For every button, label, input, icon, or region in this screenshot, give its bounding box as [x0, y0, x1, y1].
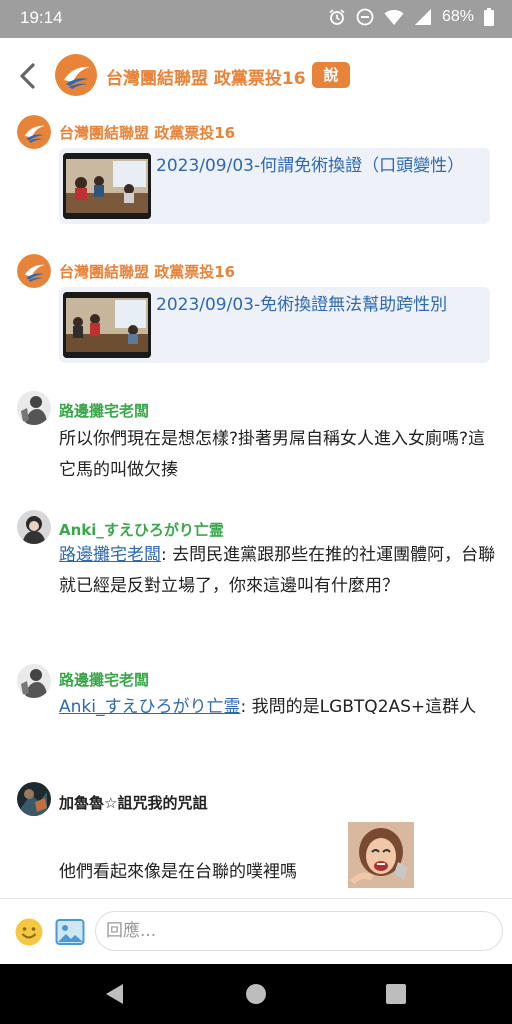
sticker-image[interactable] — [348, 822, 414, 888]
page-title: 台灣團結聯盟 政黨票投16 — [106, 69, 306, 89]
circle-home-icon — [244, 984, 268, 1010]
square-recents-icon — [384, 984, 408, 1010]
status-bar: 19:14 68% — [0, 0, 512, 38]
avatar[interactable] — [17, 664, 51, 698]
status-time: 19:14 — [20, 8, 63, 27]
avatar[interactable] — [17, 782, 51, 816]
link-card[interactable]: 2023/09/03-免術換證無法幫助跨性別 — [59, 287, 490, 363]
tsu-logo-avatar[interactable] — [54, 53, 98, 97]
emoji-button[interactable] — [14, 917, 44, 947]
do-not-disturb-icon — [356, 8, 374, 26]
image-icon — [55, 919, 85, 951]
response-text: 他們看起來像是在台聯的噗裡嗎 — [59, 862, 297, 882]
response-text: Anki_すえひろがり亡霊: 我問的是LGBTQ2AS+這群人 — [59, 692, 499, 723]
author-name[interactable]: 加魯魯☆詛咒我的咒詛 — [59, 792, 207, 813]
response-text: 所以你們現在是想怎樣?掛著男屌自稱女人進入女廁嗎?這它馬的叫做欠揍 — [59, 429, 486, 480]
battery-icon — [484, 8, 494, 26]
author-name[interactable]: 台灣團結聯盟 政黨票投16 — [59, 122, 235, 143]
author-name[interactable]: Anki_すえひろがり亡霊 — [59, 519, 224, 540]
response-list[interactable]: 台灣團結聯盟 政黨票投16 2023/09/03-何謂免術換證（口頭變性） 台灣… — [0, 112, 512, 898]
wifi-icon — [384, 8, 404, 26]
response-text: 路邊攤宅老闆: 去問民進黨跟那些在推的社運團體阿，台聯就已經是反對立場了，你來這… — [59, 540, 499, 602]
video-thumbnail — [63, 292, 151, 358]
reply-input[interactable] — [95, 911, 503, 951]
triangle-back-icon — [103, 984, 127, 1010]
chevron-left-icon — [12, 63, 44, 98]
author-name[interactable]: 路邊攤宅老闆 — [59, 669, 149, 690]
system-nav-bar — [0, 964, 512, 1024]
author-name[interactable]: 台灣團結聯盟 政黨票投16 — [59, 261, 235, 282]
reply-bar — [0, 898, 512, 964]
link-title[interactable]: 2023/09/03-何謂免術換證（口頭變性） — [156, 152, 481, 181]
alarm-icon — [328, 8, 346, 26]
back-button[interactable] — [12, 58, 44, 94]
qualifier-badge: 說 — [312, 62, 350, 88]
avatar[interactable] — [17, 115, 51, 149]
response-body: : 我問的是LGBTQ2AS+這群人 — [240, 697, 477, 717]
avatar[interactable] — [17, 510, 51, 544]
nav-recents-button[interactable] — [384, 982, 408, 1006]
image-upload-button[interactable] — [55, 917, 85, 947]
nav-back-button[interactable] — [103, 982, 127, 1006]
plurk-header: 台灣團結聯盟 政黨票投16 說 — [0, 38, 512, 112]
mention-link[interactable]: 路邊攤宅老闆 — [59, 545, 161, 565]
smiley-icon — [14, 918, 44, 951]
status-icons: 68% — [328, 8, 494, 26]
link-title[interactable]: 2023/09/03-免術換證無法幫助跨性別 — [156, 291, 481, 320]
battery-text: 68% — [441, 8, 474, 25]
mention-link[interactable]: Anki_すえひろがり亡霊 — [59, 697, 240, 717]
signal-icon — [414, 8, 432, 26]
author-name[interactable]: 路邊攤宅老闆 — [59, 400, 149, 421]
video-thumbnail — [63, 153, 151, 219]
link-card[interactable]: 2023/09/03-何謂免術換證（口頭變性） — [59, 148, 490, 224]
avatar[interactable] — [17, 391, 51, 425]
avatar[interactable] — [17, 254, 51, 288]
nav-home-button[interactable] — [244, 982, 268, 1006]
